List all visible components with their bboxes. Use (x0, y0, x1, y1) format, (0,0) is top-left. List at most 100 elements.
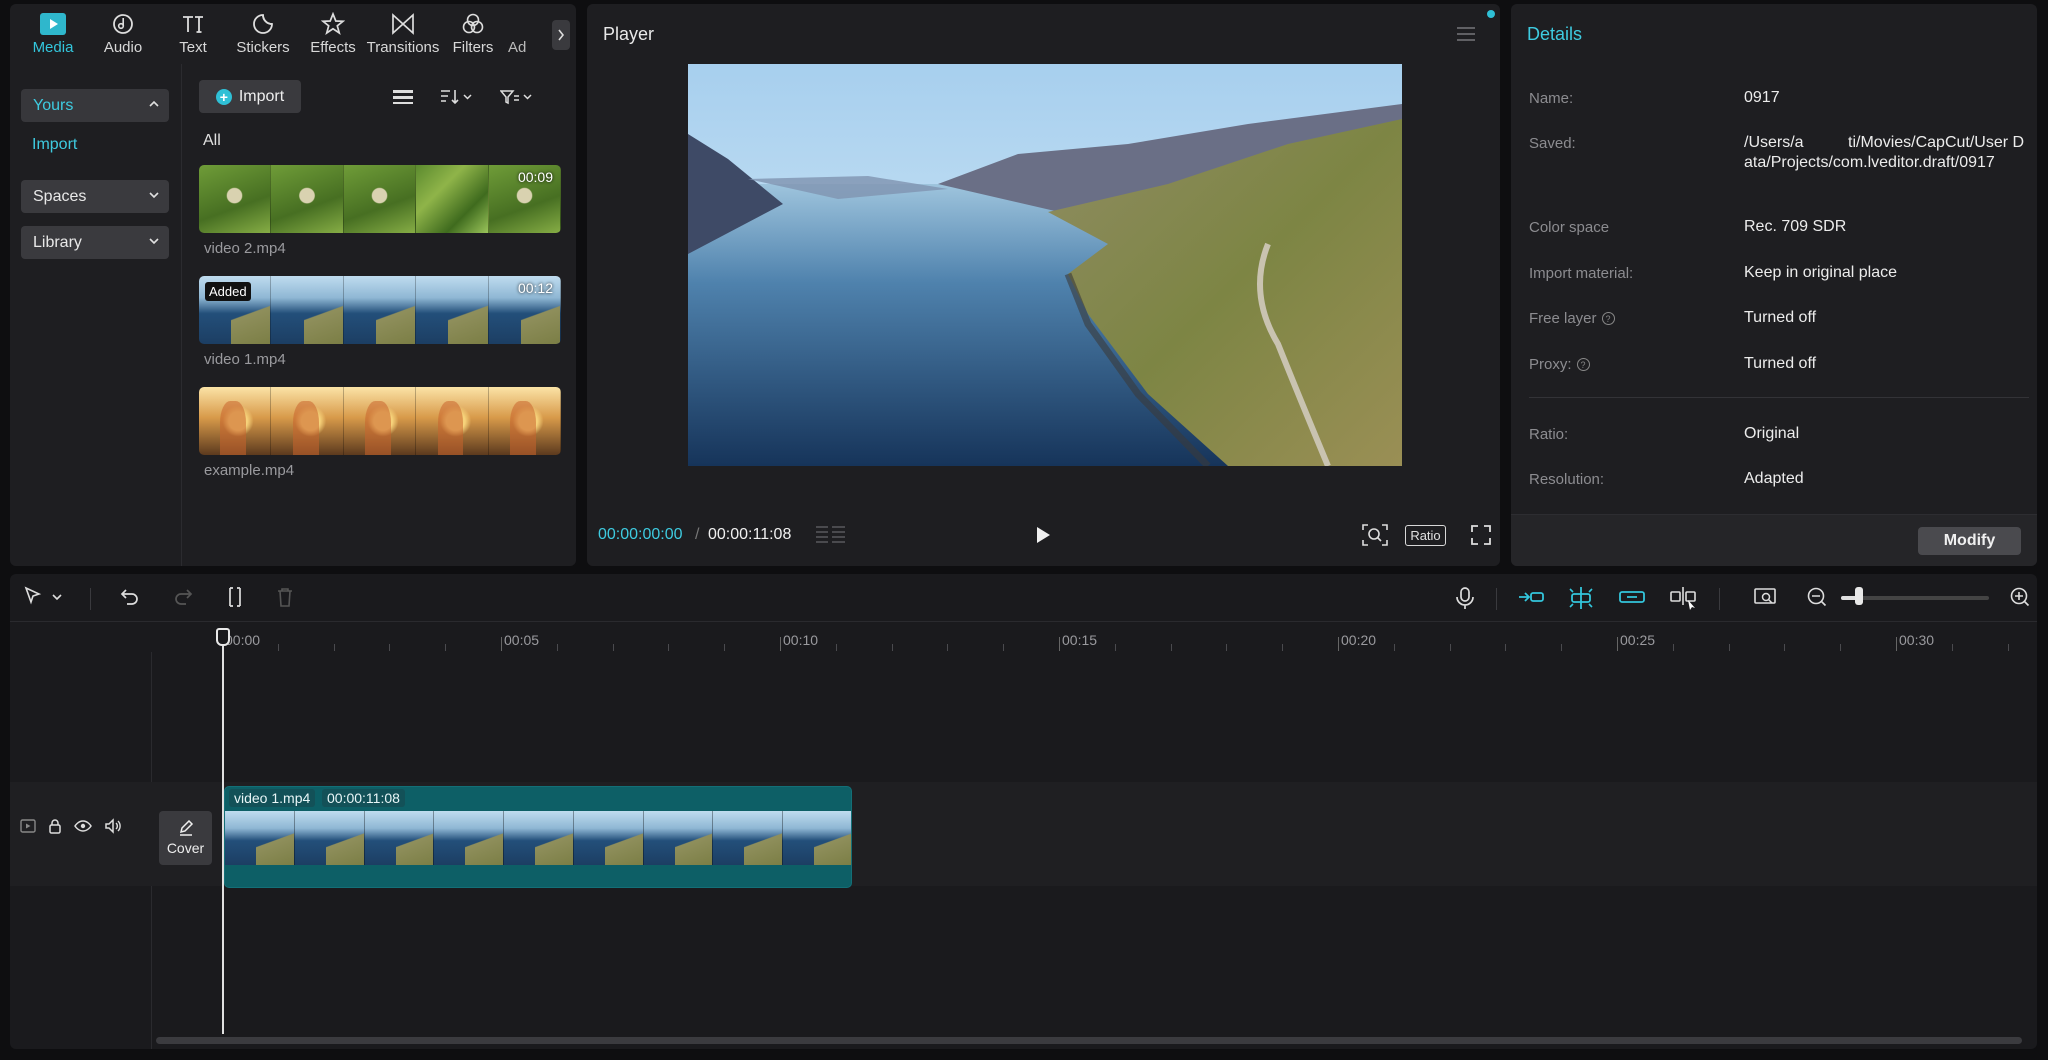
fullscreen-button[interactable] (1471, 525, 1491, 545)
delete-button[interactable] (274, 586, 296, 608)
filter-all-label[interactable]: All (203, 132, 221, 150)
sidebar-item-library[interactable]: Library (21, 226, 169, 259)
timecode-separator: / (695, 526, 700, 543)
track-controls (20, 818, 122, 834)
media-clip-thumbnail[interactable]: Added 00:12 (199, 276, 561, 344)
ratio-button[interactable]: Ratio (1405, 525, 1446, 546)
clip-duration: 00:09 (517, 169, 553, 185)
tab-adjust[interactable]: Ad (508, 4, 548, 64)
sidebar-item-label: Yours (33, 96, 74, 114)
help-icon[interactable]: ? (1576, 358, 1590, 371)
chevron-down-icon (149, 192, 159, 199)
ruler-minor-tick (1561, 644, 1563, 651)
ruler-minor-tick (1505, 644, 1507, 651)
sidebar-item-import[interactable]: Import (32, 136, 77, 154)
ruler-minor-tick (724, 644, 726, 651)
cover-button[interactable]: Cover (159, 811, 212, 865)
detail-label: Import material: (1529, 265, 1634, 282)
zoom-out-button[interactable] (1806, 586, 1828, 608)
sort-button[interactable] (440, 88, 472, 106)
zoom-out-icon (1807, 587, 1827, 607)
import-button[interactable]: + Import (199, 80, 301, 113)
tab-text-label: Text (179, 38, 207, 56)
timeline-ruler[interactable]: 00:00 00:05 00:10 00:15 00:20 00:25 00:30 (10, 622, 2037, 652)
linkage-button[interactable] (1618, 586, 1646, 608)
player-menu-button[interactable] (1456, 26, 1476, 42)
video-preview[interactable] (688, 64, 1402, 466)
sidebar-item-label: Spaces (33, 187, 87, 205)
media-tabs: Media Audio Text Stickers Effects Transi… (10, 4, 576, 64)
sort-icon (441, 90, 459, 105)
playhead[interactable] (222, 632, 224, 1034)
plus-icon: + (215, 88, 232, 105)
modify-button[interactable]: Modify (1918, 527, 2021, 555)
fit-timeline-button[interactable] (1753, 586, 1777, 608)
filter-button[interactable] (500, 88, 532, 106)
eye-icon[interactable] (74, 819, 92, 833)
tab-filters[interactable]: Filters (438, 4, 508, 64)
timeline-scrollbar[interactable] (156, 1037, 2022, 1044)
detail-label: Saved: (1529, 135, 1576, 152)
clip-name: video 2.mp4 (204, 240, 286, 257)
sidebar-item-spaces[interactable]: Spaces (21, 180, 169, 213)
sidebar-item-label: Library (33, 233, 82, 251)
lock-track-icon[interactable] (48, 818, 62, 834)
sidebar-item-yours[interactable]: Yours (21, 89, 169, 122)
ruler-minor-tick (2007, 644, 2009, 651)
tab-media[interactable]: Media (18, 4, 88, 64)
view-mode-button[interactable] (392, 88, 414, 106)
tab-stickers[interactable]: Stickers (228, 4, 298, 64)
auto-snapping-button[interactable] (1568, 586, 1594, 610)
ruler-minor-tick (835, 644, 837, 651)
tab-audio[interactable]: Audio (88, 4, 158, 64)
redo-button[interactable] (172, 586, 194, 608)
detail-value: Keep in original place (1744, 264, 1897, 281)
ruler-minor-tick (891, 644, 893, 651)
details-panel: Details Name: 0917 Saved: /Users/a ti/Mo… (1511, 4, 2037, 566)
current-timecode: 00:00:00:00 (598, 526, 683, 543)
detail-label: Proxy: (1529, 356, 1572, 373)
list-view-icon (393, 90, 413, 104)
video-track-icon (20, 819, 36, 833)
tab-text[interactable]: Text (158, 4, 228, 64)
audio-icon (110, 13, 136, 35)
ruler-minor-tick (1951, 644, 1953, 651)
play-button[interactable] (1034, 526, 1052, 544)
main-track-magnet-button[interactable] (1517, 586, 1545, 608)
record-voice-button[interactable] (1454, 586, 1476, 610)
help-icon[interactable]: ? (1601, 312, 1615, 325)
chevron-down-icon (463, 94, 472, 100)
clip-filmstrip (225, 811, 851, 865)
ruler-label: 00:30 (1899, 632, 1935, 648)
zoom-slider[interactable] (1841, 596, 1989, 600)
zoom-in-icon (2010, 587, 2030, 607)
tab-transitions[interactable]: Transitions (367, 4, 439, 64)
ruler-minor-tick (1226, 644, 1228, 651)
waveform-view-button[interactable] (814, 524, 848, 546)
undo-button[interactable] (119, 586, 141, 608)
preview-axis-button[interactable] (1669, 586, 1699, 612)
split-button[interactable] (224, 586, 246, 608)
playhead-handle[interactable] (216, 628, 230, 646)
clip-duration: 00:12 (517, 280, 553, 296)
detail-label-wrap: Free layer ? (1529, 310, 1615, 327)
clip-name: example.mp4 (204, 462, 295, 479)
clip-name: video 1.mp4 (204, 351, 286, 368)
tabs-scroll-right-button[interactable] (552, 20, 570, 50)
details-footer: Modify (1511, 514, 2037, 566)
filter-icon (500, 90, 519, 105)
timeline-clip[interactable]: video 1.mp4 00:00:11:08 (224, 786, 852, 888)
select-tool-button[interactable] (23, 586, 67, 608)
cursor-icon (24, 586, 62, 605)
filters-icon (460, 13, 486, 35)
zoom-preview-button[interactable] (1362, 523, 1388, 547)
volume-icon[interactable] (104, 818, 122, 834)
search-frame-icon (1362, 524, 1388, 546)
zoom-in-button[interactable] (2009, 586, 2031, 608)
tab-effects[interactable]: Effects (298, 4, 368, 64)
zoom-slider-handle[interactable] (1854, 587, 1863, 605)
media-clip-thumbnail[interactable]: 00:09 (199, 165, 561, 233)
media-clip-thumbnail[interactable] (199, 387, 561, 455)
preview-axis-icon (1670, 587, 1696, 610)
ruler-label: 00:15 (1062, 632, 1098, 648)
